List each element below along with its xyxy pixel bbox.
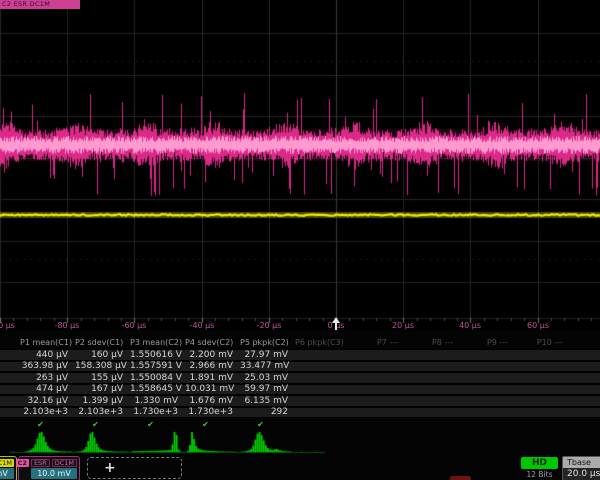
stat-cell-r4-p4: 10.031 mV	[185, 384, 240, 394]
status-check-p5: ✔	[240, 420, 295, 429]
stat-cell-r6-p4: 1.730e+3	[185, 407, 240, 417]
stat-cell-r4-p2: 167 µV	[75, 384, 130, 394]
stat-cell-r1-p1: 440 µV	[20, 350, 75, 360]
oscilloscope-screen: C2 ESR DC1M -100 µs -80 µs -60 µs -40 µs -20…	[0, 0, 600, 480]
time-tick-label: 60 µs	[527, 321, 549, 330]
status-check-p4: ✔	[185, 420, 240, 429]
stat-cell-r4-p3: 1.558645 V	[130, 384, 185, 394]
param-header-p4[interactable]: P4 sdev(C2)	[185, 338, 240, 347]
time-tick-label: -40 µs	[190, 321, 215, 330]
time-tick-label: -80 µs	[55, 321, 80, 330]
param-header-p10[interactable]: P10 ---	[515, 338, 570, 347]
stat-cell-r6-p3: 1.730e+3	[130, 407, 185, 417]
param-header-p3[interactable]: P3 mean(C2)	[130, 338, 185, 347]
stat-cell-r3-p3: 1.550084 V	[130, 373, 185, 383]
time-tick-label: -100 µs	[0, 321, 15, 330]
timebase-value: 20.0 µs	[563, 468, 600, 480]
c1-coupling-badge: DC1M	[0, 459, 14, 467]
c2-esr-badge: ESR	[31, 459, 50, 467]
timebase-title: Tbase	[563, 457, 600, 468]
stat-cell-r5-p5: 6.135 mV	[240, 396, 295, 406]
stat-cell-r1-p5: 27.97 mV	[240, 350, 295, 360]
measurement-histicons	[0, 429, 600, 455]
stat-cell-r1-p3: 1.550616 V	[130, 350, 185, 360]
stat-cell-r6-p5: 292	[240, 407, 295, 417]
stat-cell-r6-p2: 2.103e+3	[75, 407, 130, 417]
stat-cell-r2-p2: 158.308 µV	[75, 361, 130, 371]
stat-cell-r2-p4: 2.966 mV	[185, 361, 240, 371]
stat-cell-r5-p1: 32.16 µV	[20, 396, 75, 406]
param-header-p1[interactable]: P1 mean(C1)	[20, 338, 75, 347]
stat-cell-r2-p3: 1.557591 V	[130, 361, 185, 371]
stat-cell-r3-p4: 1.891 mV	[185, 373, 240, 383]
stat-cell-r3-p1: 263 µV	[20, 373, 75, 383]
param-header-p2[interactable]: P2 sdev(C1)	[75, 338, 130, 347]
stat-cell-r2-p5: 33.477 mV	[240, 361, 295, 371]
hd-mode-badge[interactable]: HD	[521, 457, 558, 469]
timebase-descriptor[interactable]: Tbase 20.0 µs	[562, 456, 600, 480]
stat-cell-r6-p1: 2.103e+3	[20, 407, 75, 417]
channel-c2-descriptor[interactable]: C2 ESR DC1M 10.0 mV	[18, 456, 80, 480]
stat-cell-r1-p4: 2.200 mV	[185, 350, 240, 360]
plus-icon: +	[104, 460, 116, 476]
param-header-p5[interactable]: P5 pkpk(C2)	[240, 338, 295, 347]
add-trace-button[interactable]: +	[87, 457, 182, 479]
stat-cell-r3-p2: 155 µV	[75, 373, 130, 383]
param-header-p9[interactable]: P9 ---	[460, 338, 515, 347]
stat-cell-r1-p2: 160 µV	[75, 350, 130, 360]
stat-cell-r5-p4: 1.676 mV	[185, 396, 240, 406]
bit-depth-label: 12 Bits	[521, 470, 558, 479]
c1-scale-value[interactable]: 10.0 mV	[0, 468, 14, 479]
time-tick-label: 40 µs	[459, 321, 481, 330]
param-header-p6[interactable]: P6 pkpk(C3)	[295, 338, 350, 347]
param-header-p7[interactable]: P7 ---	[350, 338, 405, 347]
stat-cell-r4-p5: 59.97 mV	[240, 384, 295, 394]
trigger-position-marker-stem	[335, 323, 337, 330]
status-check-p2: ✔	[75, 420, 130, 429]
channel-c1-descriptor[interactable]: C1 DC1M 10.0 mV	[0, 456, 17, 480]
time-axis: -100 µs-80 µs-60 µs-40 µs-20 µs0 µs20 µs…	[0, 319, 600, 333]
measure-table: P1 mean(C1)P2 sdev(C1)P3 mean(C2)P4 sdev…	[0, 336, 600, 430]
time-tick-label: 20 µs	[392, 321, 414, 330]
c2-coupling-badge: DC1M	[52, 459, 77, 467]
trigger-descriptor-partial[interactable]	[450, 476, 471, 480]
c2-label: C2	[16, 459, 29, 467]
status-check-p3: ✔	[130, 420, 185, 429]
time-tick-label: -60 µs	[122, 321, 147, 330]
stat-cell-r5-p2: 1.399 µV	[75, 396, 130, 406]
stat-cell-r5-p3: 1.330 mV	[130, 396, 185, 406]
param-header-p8[interactable]: P8 ---	[405, 338, 460, 347]
status-check-p1: ✔	[20, 420, 75, 429]
time-tick-label: -20 µs	[257, 321, 282, 330]
trace-annotation: C2 ESR DC1M	[0, 0, 80, 9]
stat-cell-r3-p5: 25.03 mV	[240, 373, 295, 383]
c2-scale-value[interactable]: 10.0 mV	[31, 468, 77, 479]
waveform-display	[0, 0, 600, 330]
stat-cell-r2-p1: 363.98 µV	[20, 361, 75, 371]
stat-cell-r4-p1: 474 µV	[20, 384, 75, 394]
